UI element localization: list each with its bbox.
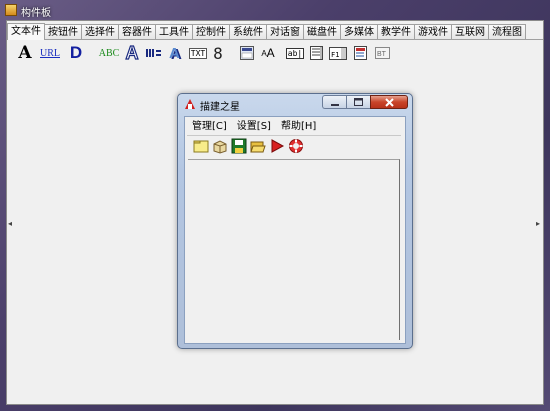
abl-glyph: ab| bbox=[285, 47, 305, 59]
rich-text-component-icon[interactable] bbox=[352, 43, 368, 63]
tab-internet[interactable]: 互联网 bbox=[451, 24, 489, 39]
bold-d-glyph: D bbox=[69, 43, 83, 62]
window-controls bbox=[322, 95, 408, 109]
run-button[interactable] bbox=[269, 138, 285, 154]
window-titlebar[interactable]: 构件板 bbox=[0, 0, 550, 20]
window-client-area: 文本件 按钮件 选择件 容器件 工具件 控制件 系统件 对话窗 磁盘件 多媒体 … bbox=[6, 20, 544, 405]
tab-selection[interactable]: 选择件 bbox=[81, 24, 119, 39]
menu-help[interactable]: 帮助[H] bbox=[276, 120, 321, 134]
shadow-a-icon: A A bbox=[169, 45, 182, 61]
tab-tools[interactable]: 工具件 bbox=[155, 24, 193, 39]
save-button[interactable] bbox=[231, 138, 247, 154]
tab-multimedia[interactable]: 多媒体 bbox=[340, 24, 378, 39]
url-glyph: URL bbox=[40, 47, 60, 59]
memo-icon bbox=[309, 46, 323, 60]
svg-text:BT: BT bbox=[377, 51, 387, 58]
edit-box-component-icon[interactable]: ab| bbox=[285, 43, 305, 63]
svg-text:A: A bbox=[169, 45, 180, 61]
rich-text-icon bbox=[353, 46, 367, 60]
open-box-button[interactable] bbox=[212, 138, 228, 154]
digit-component-icon[interactable]: 8 bbox=[211, 43, 225, 63]
play-icon bbox=[271, 139, 285, 153]
maximize-button[interactable] bbox=[346, 95, 370, 109]
tab-games[interactable]: 游戏件 bbox=[414, 24, 452, 39]
menu-manage[interactable]: 管理[C] bbox=[187, 120, 232, 134]
label-box-icon: BT bbox=[374, 47, 390, 59]
tab-controls[interactable]: 控制件 bbox=[192, 24, 230, 39]
minimize-icon bbox=[330, 104, 339, 106]
txt-glyph: TXT bbox=[188, 47, 208, 59]
box-icon bbox=[213, 140, 227, 154]
tab-flowchart[interactable]: 流程图 bbox=[488, 24, 526, 39]
abc-component-icon[interactable]: ABC bbox=[98, 43, 120, 63]
digit-8-glyph: 8 bbox=[213, 43, 223, 63]
tab-dialogs[interactable]: 对话窗 bbox=[266, 24, 304, 39]
tab-containers[interactable]: 容器件 bbox=[118, 24, 156, 39]
dialog-client-area: 管理[C] 设置[S] 帮助[H] bbox=[184, 116, 406, 344]
dialog-toolbar bbox=[193, 138, 307, 154]
abc-glyph: ABC bbox=[98, 47, 120, 59]
app-icon bbox=[5, 4, 17, 16]
close-button[interactable] bbox=[370, 95, 408, 109]
tab-teaching[interactable]: 教学件 bbox=[377, 24, 415, 39]
maximize-icon bbox=[354, 98, 363, 106]
marquee-icon bbox=[146, 49, 161, 57]
panel-icon bbox=[240, 46, 254, 60]
save-disk-icon bbox=[231, 138, 247, 154]
tab-system[interactable]: 系统件 bbox=[229, 24, 267, 39]
marquee-component-icon[interactable] bbox=[145, 43, 163, 63]
outline-a-component-icon[interactable]: A bbox=[123, 42, 141, 63]
designer-dialog: 描建之星 管理[C] 设置[S] 帮助[H] bbox=[177, 93, 413, 349]
scroll-right-icon[interactable]: ▸ bbox=[536, 219, 540, 228]
bold-d-component-icon[interactable]: D bbox=[67, 43, 85, 63]
spin-edit-component-icon[interactable]: F1 bbox=[328, 43, 348, 63]
new-folder-icon bbox=[193, 140, 209, 153]
tab-buttons[interactable]: 按钮件 bbox=[44, 24, 82, 39]
tab-divider bbox=[7, 39, 543, 40]
minimize-button[interactable] bbox=[322, 95, 346, 109]
open-folder-button[interactable] bbox=[250, 138, 266, 154]
panel-component-icon[interactable] bbox=[239, 43, 255, 63]
txt-component-icon[interactable]: TXT bbox=[187, 43, 209, 63]
outline-a-glyph: A bbox=[125, 42, 139, 63]
spin-edit-icon: F1 bbox=[329, 46, 347, 60]
new-button[interactable] bbox=[193, 138, 209, 154]
dialog-title: 描建之星 bbox=[200, 102, 240, 113]
designer-app-icon bbox=[185, 99, 195, 109]
open-folder-icon bbox=[250, 141, 266, 153]
url-component-icon[interactable]: URL bbox=[39, 43, 61, 63]
tab-disk[interactable]: 磁盘件 bbox=[303, 24, 341, 39]
exit-button[interactable] bbox=[288, 138, 304, 154]
dialog-design-area[interactable] bbox=[188, 159, 400, 340]
large-a-glyph: A bbox=[266, 46, 275, 60]
big-a-glyph: A bbox=[18, 43, 32, 63]
app-window: 构件板 文本件 按钮件 选择件 容器件 工具件 控制件 系统件 对话窗 磁盘件 … bbox=[0, 0, 550, 411]
font-size-component-icon[interactable]: A A bbox=[259, 43, 277, 63]
component-tabs: 文本件 按钮件 选择件 容器件 工具件 控制件 系统件 对话窗 磁盘件 多媒体 … bbox=[7, 23, 543, 40]
dialog-menubar: 管理[C] 设置[S] 帮助[H] bbox=[187, 120, 321, 134]
scroll-left-icon[interactable]: ◂ bbox=[8, 219, 12, 228]
tab-text[interactable]: 文本件 bbox=[7, 23, 45, 40]
menu-settings[interactable]: 设置[S] bbox=[232, 120, 276, 134]
lifebuoy-icon bbox=[289, 139, 303, 153]
close-icon bbox=[384, 97, 394, 107]
shadow-a-component-icon[interactable]: A A bbox=[167, 43, 185, 63]
menubar-divider bbox=[187, 135, 401, 136]
window-title: 构件板 bbox=[21, 8, 51, 19]
svg-text:F1: F1 bbox=[331, 51, 339, 59]
label-component-icon[interactable]: A bbox=[17, 43, 33, 63]
memo-component-icon[interactable] bbox=[308, 43, 324, 63]
label-box-component-icon[interactable]: BT bbox=[373, 43, 391, 63]
